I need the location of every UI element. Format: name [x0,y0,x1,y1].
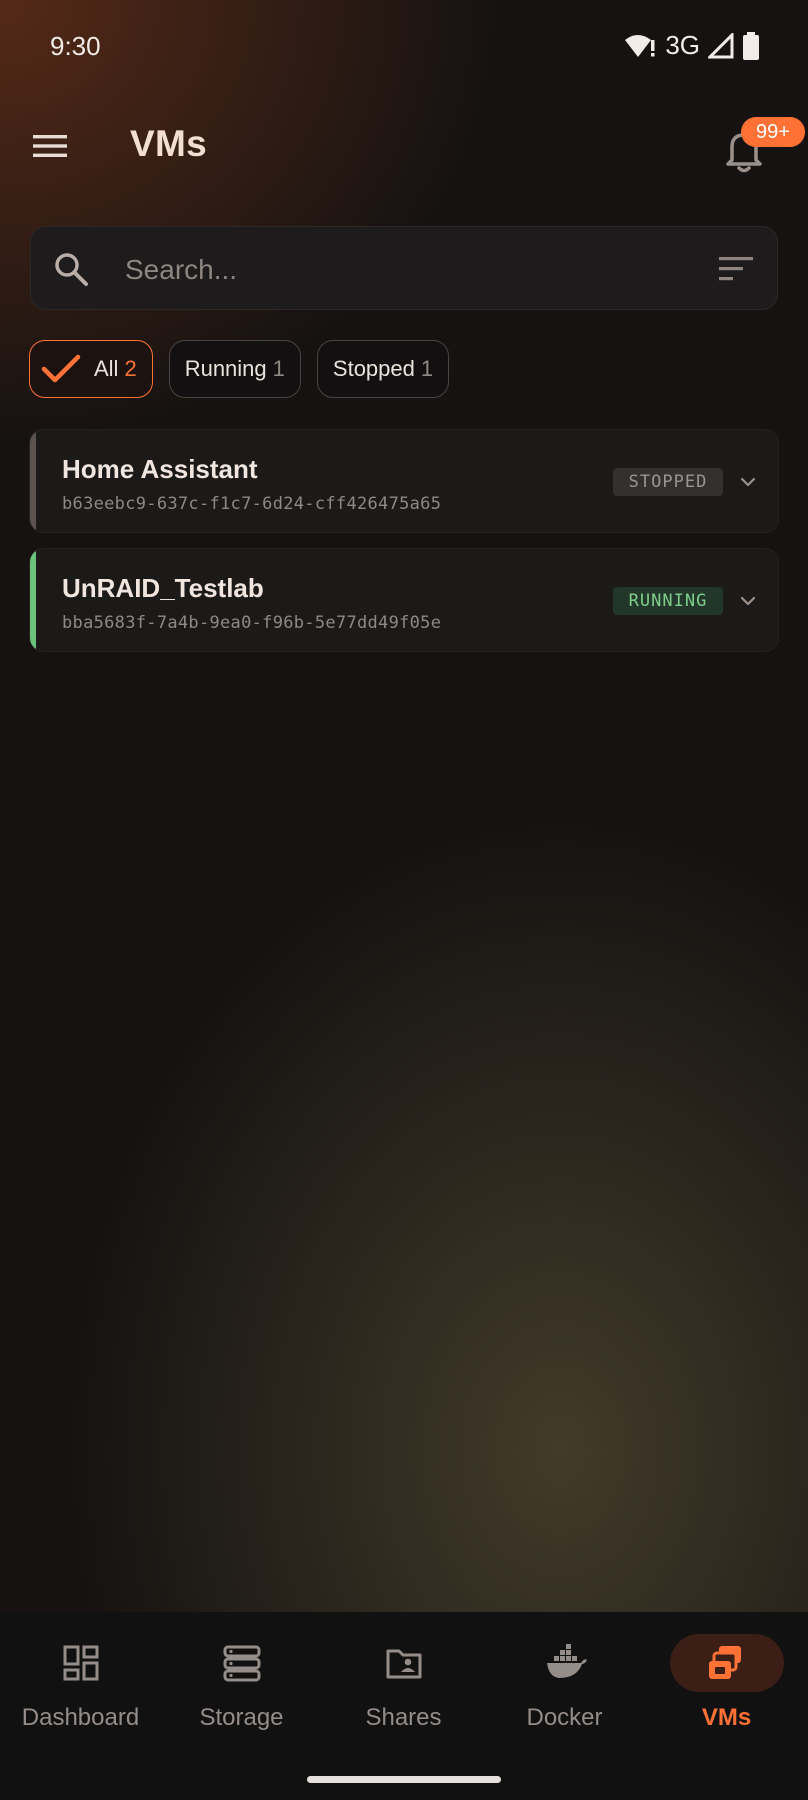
chevron-down-icon[interactable] [736,470,760,494]
status-time: 9:30 [50,31,101,61]
status-accent-bar [30,549,36,651]
page-title: VMs [130,123,207,164]
chevron-down-icon[interactable] [736,589,760,613]
wifi-alert-icon [625,34,655,57]
nav-label: VMs [701,1704,752,1731]
search-input[interactable] [123,241,687,299]
filter-chip-stopped[interactable]: Stopped 1 [316,340,450,398]
network-type: 3G [665,30,700,60]
filter-chip-running[interactable]: Running 1 [168,340,301,398]
vm-list: Home Assistant b63eebc9-637c-f1c7-6d24-c… [29,429,779,667]
chip-label: All [94,356,119,381]
vm-card-home-assistant[interactable]: Home Assistant b63eebc9-637c-f1c7-6d24-c… [29,429,779,533]
status-icons: 3G [623,30,760,61]
sort-filter-icon [719,257,753,281]
nav-label: Dashboard [21,1704,140,1731]
chip-count: 2 [124,356,137,381]
nav-label: Shares [365,1704,442,1731]
vm-uuid: b63eebc9-637c-f1c7-6d24-cff426475a65 [62,494,442,514]
chip-count: 1 [420,356,434,381]
vm-name: UnRAID_Testlab [62,573,264,603]
app-bar: VMs 99+ [0,96,808,196]
nav-label: Storage [199,1704,284,1731]
chip-label: Running [184,356,267,381]
checkmark-icon [41,354,81,383]
signal-icon [708,32,734,58]
docker-whale-icon [546,1644,587,1678]
nav-item-shares[interactable]: Shares [323,1612,484,1762]
status-badge: STOPPED [613,468,723,496]
notification-badge: 99+ [741,117,805,147]
filter-chips: All 2 Running 1 Stopped 1 [29,340,450,400]
nav-item-storage[interactable]: Storage [161,1612,322,1762]
dashboard-icon [63,1645,98,1681]
hamburger-menu-icon [33,135,67,157]
sort-button[interactable] [717,253,757,285]
search-icon [55,253,88,286]
filter-chip-all[interactable]: All 2 [29,340,153,398]
nav-item-dashboard[interactable]: Dashboard [0,1612,161,1762]
vm-card-unraid-testlab[interactable]: UnRAID_Testlab bba5683f-7a4b-9ea0-f96b-5… [29,548,779,652]
vm-uuid: bba5683f-7a4b-9ea0-f96b-5e77dd49f05e [62,613,442,633]
vms-icon [708,1646,741,1679]
shares-folder-icon [386,1649,421,1679]
bottom-navigation: Dashboard Storage Shares Docker VMs [0,1612,808,1800]
nav-item-docker[interactable]: Docker [484,1612,645,1762]
status-bar: 9:30 3G [0,0,808,96]
menu-button[interactable] [30,126,70,166]
search-bar [30,226,778,310]
nav-item-vms[interactable]: VMs [646,1612,807,1762]
storage-icon [223,1645,260,1682]
chip-count: 1 [272,356,285,381]
battery-icon [743,31,759,60]
chip-label: Stopped [332,356,415,381]
status-badge: RUNNING [613,587,723,615]
nav-label: Docker [526,1704,603,1731]
status-accent-bar [30,430,36,532]
home-indicator[interactable] [307,1776,501,1783]
vm-name: Home Assistant [62,454,258,484]
